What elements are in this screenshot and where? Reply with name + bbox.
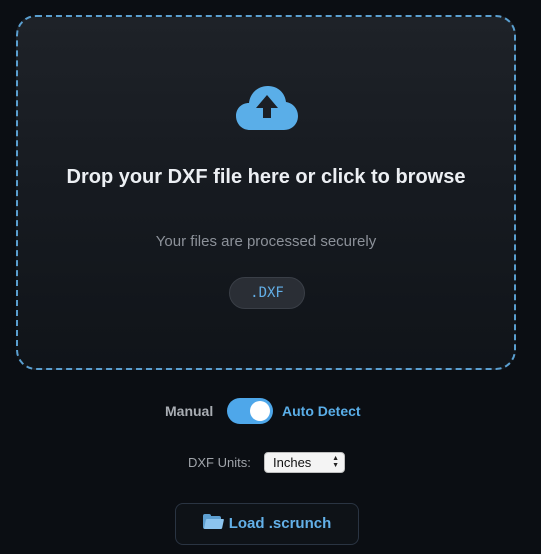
toggle-knob	[250, 401, 270, 421]
folder-icon	[202, 514, 224, 529]
dropzone-title: Drop your DXF file here or click to brow…	[66, 166, 466, 188]
file-extension-badge: .DXF	[229, 277, 305, 309]
dropzone-subtitle: Your files are processed securely	[155, 233, 377, 250]
dxf-units-selected-value: Inches	[273, 455, 312, 470]
select-arrows-icon: ▲ ▼	[332, 455, 339, 469]
manual-mode-label[interactable]: Manual	[165, 402, 213, 420]
cloud-upload-icon	[236, 86, 298, 130]
file-dropzone[interactable]	[16, 15, 516, 370]
auto-detect-mode-label[interactable]: Auto Detect	[282, 402, 361, 420]
page: Drop your DXF file here or click to brow…	[0, 0, 541, 554]
mode-toggle-switch[interactable]	[227, 398, 273, 424]
load-scrunch-label: Load .scrunch	[228, 515, 332, 532]
dxf-units-label: DXF Units:	[188, 455, 251, 470]
dxf-units-select[interactable]: Inches ▲ ▼	[264, 452, 345, 473]
load-scrunch-button[interactable]: Load .scrunch	[175, 503, 359, 545]
